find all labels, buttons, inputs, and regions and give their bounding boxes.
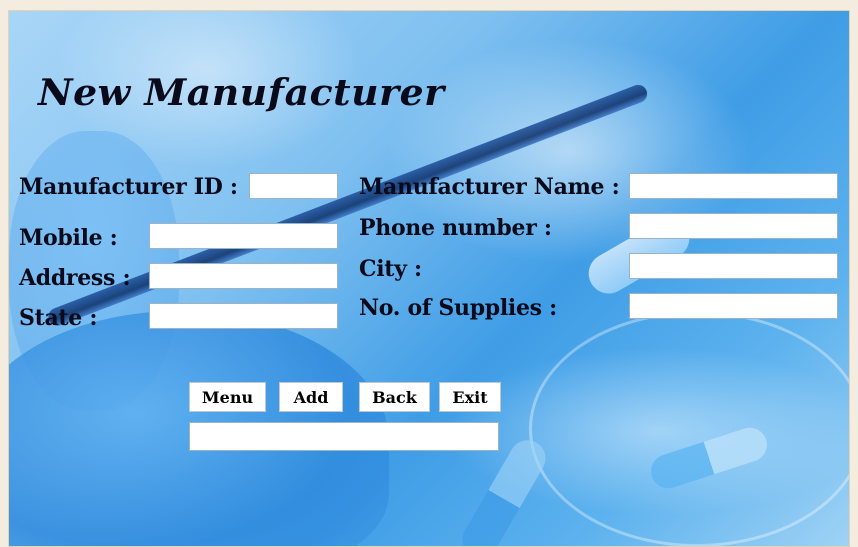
- manufacturer-name-label: Manufacturer Name :: [359, 174, 620, 200]
- background-capsule-image: [646, 423, 772, 493]
- manufacturer-id-label: Manufacturer ID :: [19, 174, 238, 200]
- status-field[interactable]: [189, 422, 499, 451]
- page-title: New Manufacturer: [38, 72, 445, 114]
- state-label: State :: [19, 305, 98, 331]
- mobile-field[interactable]: [149, 223, 338, 249]
- manufacturer-name-field[interactable]: [629, 173, 838, 199]
- city-field[interactable]: [629, 253, 838, 279]
- manufacturer-id-field[interactable]: [249, 173, 338, 199]
- no-of-supplies-label: No. of Supplies :: [359, 295, 557, 321]
- phone-number-label: Phone number :: [359, 215, 552, 241]
- back-button[interactable]: Back: [359, 382, 430, 412]
- mobile-label: Mobile :: [19, 225, 118, 251]
- background-pipette-image: [45, 82, 650, 329]
- phone-number-field[interactable]: [629, 213, 838, 239]
- no-of-supplies-field[interactable]: [629, 293, 838, 319]
- add-button[interactable]: Add: [279, 382, 343, 412]
- exit-button[interactable]: Exit: [439, 382, 501, 412]
- city-label: City :: [359, 256, 422, 282]
- address-field[interactable]: [149, 263, 338, 289]
- state-field[interactable]: [149, 303, 338, 329]
- background-dish-image: [529, 311, 849, 546]
- menu-button[interactable]: Menu: [189, 382, 266, 412]
- address-label: Address :: [19, 265, 131, 291]
